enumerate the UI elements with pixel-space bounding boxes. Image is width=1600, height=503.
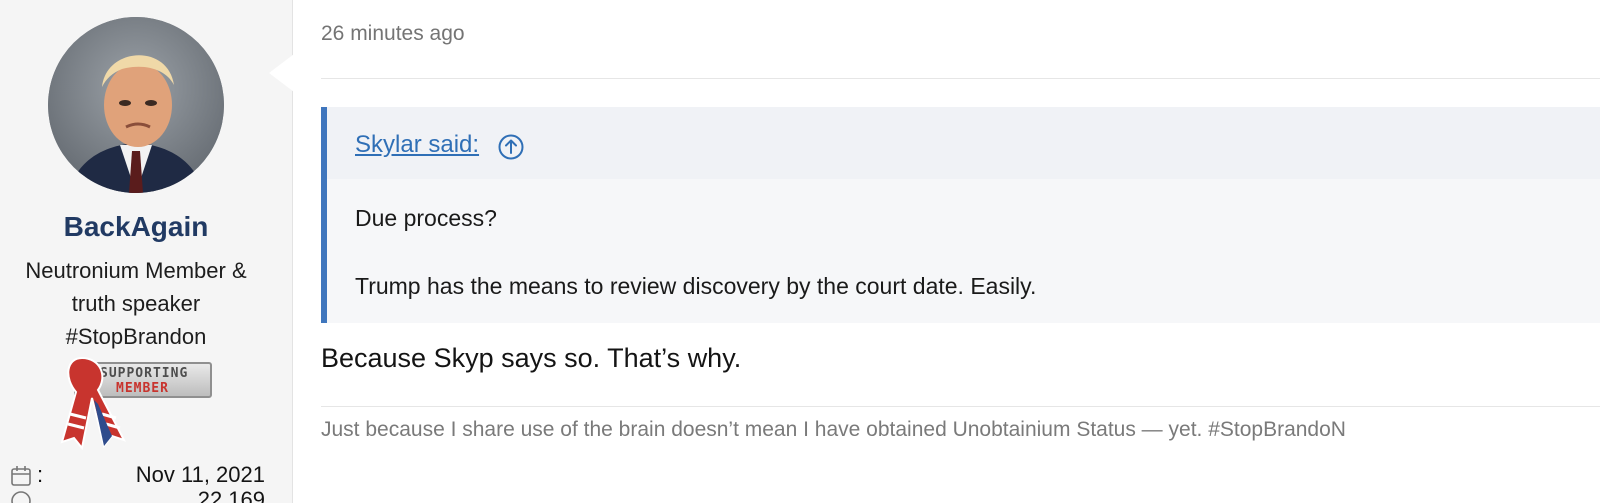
quote-text-line: Due process? <box>355 205 497 231</box>
header-divider <box>321 78 1600 79</box>
message-icon <box>11 491 31 503</box>
jump-to-quote-icon[interactable] <box>497 133 525 161</box>
user-title: Neutronium Member & truth speaker #StopB… <box>25 258 247 349</box>
post-body: Because Skyp says so. That’s why. <box>321 343 742 373</box>
quote-text-line: Trump has the means to review discovery … <box>355 273 1037 299</box>
post-content: 26 minutes ago Skylar said: Due process?… <box>293 0 1600 503</box>
user-signature: Just because I share use of the brain do… <box>321 418 1346 441</box>
post-timestamp[interactable]: 26 minutes ago <box>321 22 465 46</box>
user-avatar[interactable] <box>48 17 224 193</box>
message-count: 22,169 <box>197 487 265 503</box>
stat-messages: 22,169 <box>10 487 265 503</box>
ribbon-icon <box>60 356 127 450</box>
joined-date: Nov 11, 2021 <box>135 462 265 487</box>
quote-block: Skylar said: Due process? Trump has the … <box>321 107 1600 323</box>
user-sidebar: BackAgain Neutronium Member & truth spea… <box>0 0 293 503</box>
quote-header: Skylar said: <box>327 107 1600 179</box>
post-pointer <box>269 54 294 92</box>
username[interactable]: BackAgain <box>0 211 272 243</box>
avatar-image <box>48 17 224 193</box>
signature-divider <box>321 406 1600 407</box>
calendar-icon <box>11 466 31 486</box>
supporting-member-badge: SUPPORTING MEMBER <box>58 354 214 450</box>
stat-colon: : <box>37 462 44 487</box>
quote-author-link[interactable]: Skylar said: <box>355 131 479 159</box>
